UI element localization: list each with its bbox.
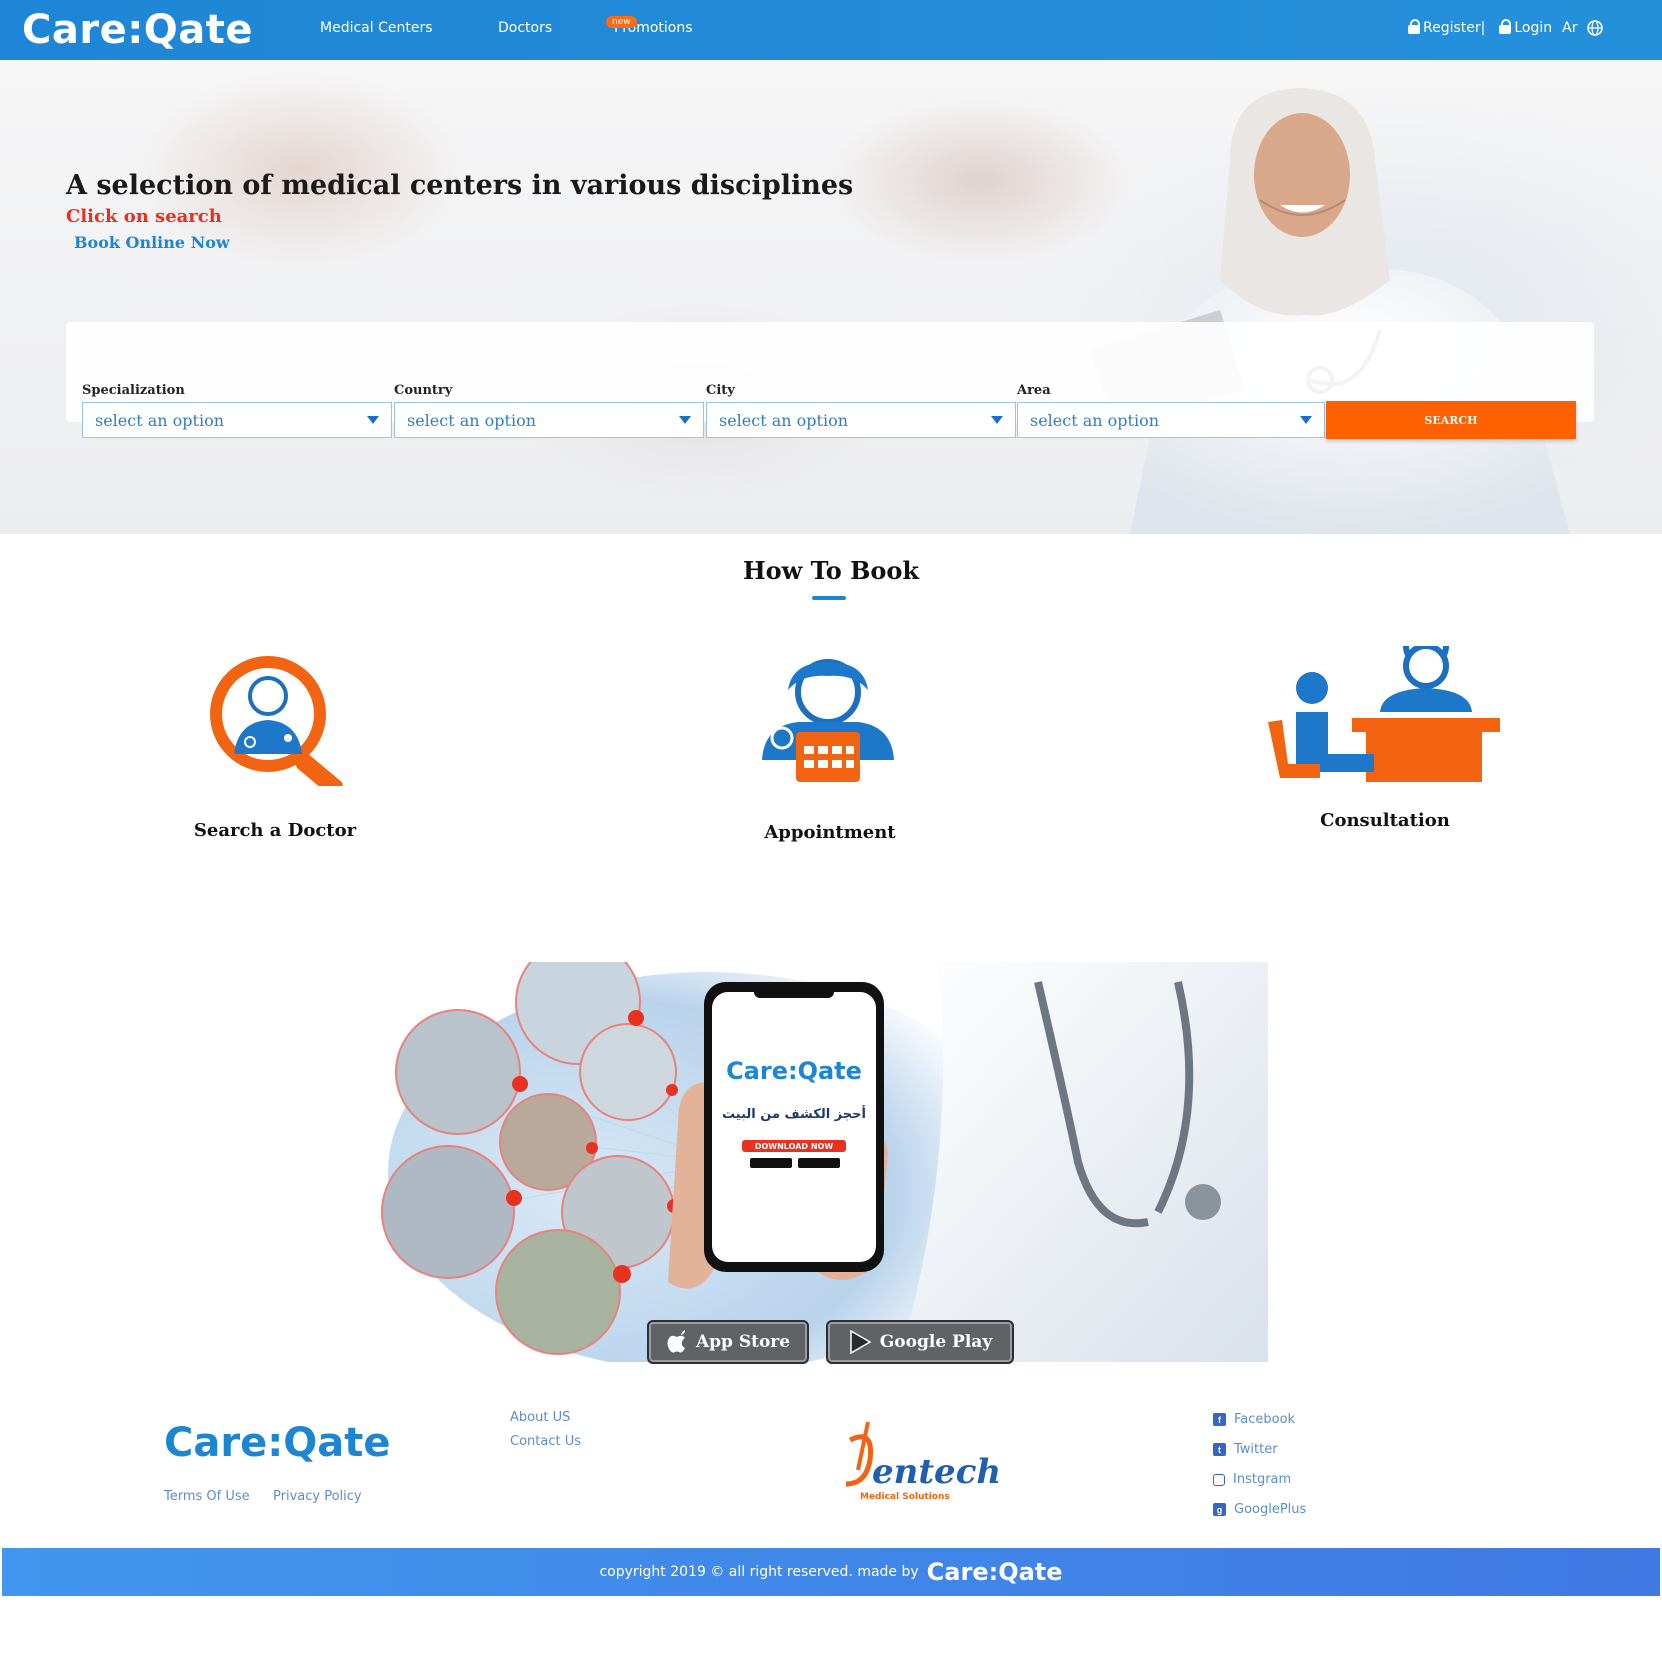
- city-value: select an option: [719, 410, 849, 430]
- doctor-image: [1090, 88, 1570, 534]
- twitter-link[interactable]: t Twitter: [1213, 1442, 1278, 1457]
- instagram-link[interactable]: Instgram: [1213, 1472, 1291, 1487]
- city-label: City: [706, 383, 735, 398]
- register-link[interactable]: Register|: [1423, 20, 1485, 36]
- nav-doctors[interactable]: Doctors: [498, 20, 552, 36]
- specialization-label: Specialization: [82, 383, 185, 398]
- apple-icon: [667, 1330, 685, 1353]
- phone-logo: Care:Qate: [726, 1057, 862, 1085]
- globe-icon[interactable]: [1587, 20, 1604, 36]
- hero-click-search: Click on search: [66, 206, 222, 227]
- step-consultation: Consultation: [1320, 810, 1450, 831]
- lock-icon: [1408, 18, 1420, 34]
- city-select[interactable]: select an option: [706, 402, 1016, 438]
- new-badge: new: [606, 16, 637, 28]
- hero-title: A selection of medical centers in variou…: [66, 170, 854, 201]
- search-button[interactable]: SEARCH: [1326, 401, 1576, 439]
- title-underline: [812, 596, 846, 600]
- nav-medical-centers[interactable]: Medical Centers: [320, 20, 433, 36]
- lock-icon: [1499, 18, 1512, 34]
- caret-down-icon: [679, 416, 691, 424]
- country-value: select an option: [407, 410, 537, 430]
- play-icon: [850, 1330, 872, 1354]
- facebook-icon: f: [1213, 1413, 1226, 1426]
- about-link[interactable]: About US: [510, 1410, 570, 1425]
- phone-download-text: DOWNLOAD NOW: [755, 1142, 833, 1151]
- app-promo-image: Care:Qate أحجز الكشف من البيت DOWNLOAD N…: [381, 962, 1268, 1362]
- app-store-label: App Store: [695, 1332, 791, 1352]
- site-logo[interactable]: Care:Qate: [22, 4, 253, 56]
- footer-logo[interactable]: Care:Qate: [164, 1420, 390, 1466]
- appointment-icon: [762, 659, 894, 782]
- specialization-select[interactable]: select an option: [82, 402, 392, 438]
- consultation-icon: [1268, 646, 1500, 782]
- country-select[interactable]: select an option: [394, 402, 704, 438]
- dentech-logo: entech: [872, 1452, 1002, 1492]
- terms-link[interactable]: Terms Of Use: [164, 1489, 250, 1504]
- how-to-book-title: How To Book: [742, 556, 920, 585]
- phone-arabic-text: أحجز الكشف من البيت: [722, 1105, 866, 1122]
- login-link[interactable]: Login: [1514, 20, 1552, 36]
- specialization-value: select an option: [95, 410, 225, 430]
- area-value: select an option: [1030, 410, 1160, 430]
- copyright-logo[interactable]: Care:Qate: [927, 1558, 1063, 1586]
- privacy-link[interactable]: Privacy Policy: [273, 1489, 362, 1504]
- copyright-bar: copyright 2019 © all right reserved. mad…: [2, 1548, 1660, 1596]
- language-switch[interactable]: Ar: [1562, 20, 1577, 36]
- user-nav: Register| Login Ar: [1408, 18, 1604, 36]
- country-label: Country: [394, 383, 453, 398]
- twitter-icon: t: [1213, 1443, 1226, 1456]
- hero-book-online: Book Online Now: [74, 233, 230, 252]
- caret-down-icon: [991, 416, 1003, 424]
- hero-banner: [0, 60, 1662, 534]
- facebook-link[interactable]: f Facebook: [1213, 1412, 1295, 1427]
- dentech-tagline: Medical Solutions: [860, 1492, 950, 1502]
- copyright-text: copyright 2019 © all right reserved. mad…: [599, 1564, 919, 1580]
- googleplus-link[interactable]: g GooglePlus: [1213, 1502, 1306, 1517]
- area-label: Area: [1017, 383, 1051, 398]
- area-select[interactable]: select an option: [1017, 402, 1325, 438]
- googleplus-icon: g: [1213, 1503, 1226, 1516]
- step-search-doctor: Search a Doctor: [193, 820, 357, 841]
- google-play-label: Google Play: [879, 1332, 993, 1352]
- caret-down-icon: [367, 416, 379, 424]
- app-store-button[interactable]: App Store: [647, 1320, 809, 1364]
- step-appointment: Appointment: [764, 822, 896, 843]
- google-play-button[interactable]: Google Play: [826, 1320, 1014, 1364]
- search-doctor-icon: [210, 656, 343, 786]
- instagram-icon: [1213, 1473, 1225, 1486]
- contact-link[interactable]: Contact Us: [510, 1434, 581, 1449]
- caret-down-icon: [1300, 416, 1312, 424]
